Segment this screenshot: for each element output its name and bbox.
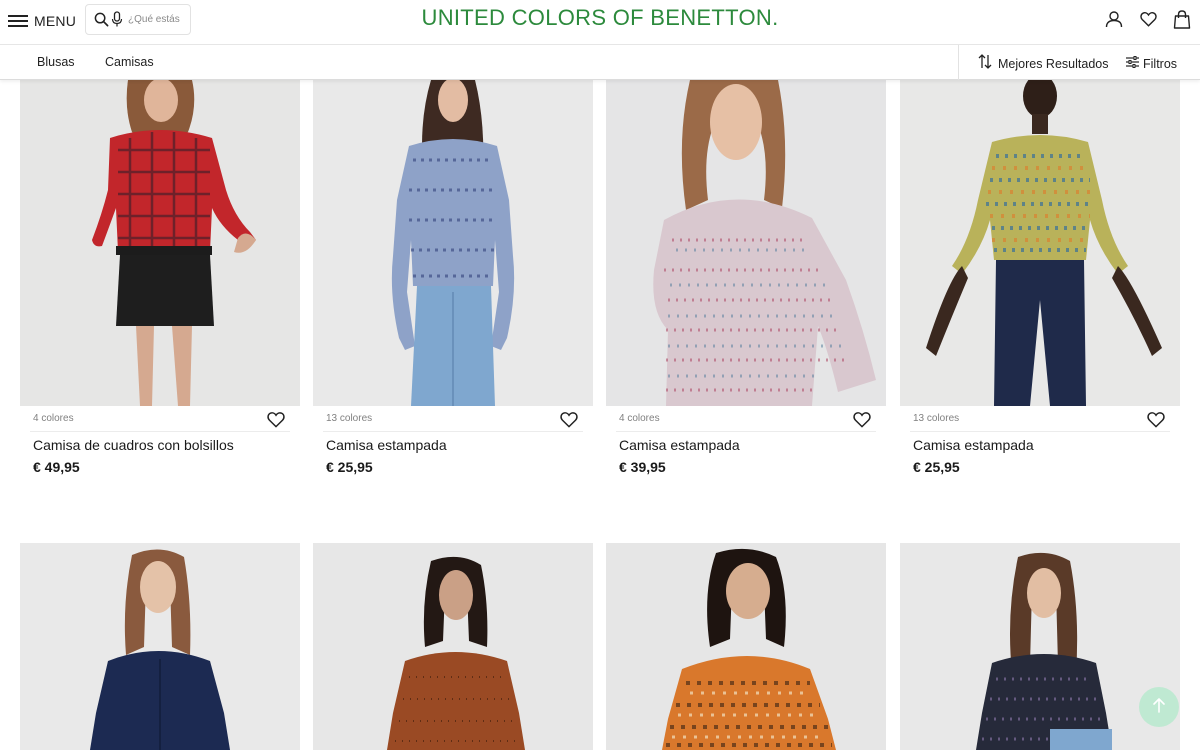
menu-label: MENU — [34, 13, 77, 29]
model-photo — [90, 549, 230, 750]
sort-arrows-icon — [978, 54, 992, 74]
model-photo — [387, 556, 525, 750]
microphone-icon[interactable] — [109, 11, 125, 28]
model-photo — [926, 80, 1162, 406]
card-divider — [30, 431, 290, 432]
search-box[interactable] — [85, 4, 191, 35]
product-image[interactable] — [313, 80, 593, 406]
category-tab-blusas[interactable]: Blusas — [37, 55, 75, 69]
product-image[interactable] — [20, 80, 300, 406]
model-photo — [662, 548, 836, 750]
product-image[interactable] — [900, 543, 1180, 750]
model-photo — [391, 80, 515, 406]
product-card[interactable]: 4 colores Camisa estampada € 39,95 — [606, 80, 886, 475]
model-photo — [92, 80, 256, 406]
search-input[interactable] — [128, 14, 184, 25]
card-divider — [910, 431, 1170, 432]
heart-icon[interactable] — [1138, 9, 1158, 29]
model-photo — [653, 80, 876, 406]
category-tab-camisas[interactable]: Camisas — [105, 55, 154, 69]
product-card[interactable]: 13 colores Camisa estampada € 25,95 — [313, 80, 593, 475]
product-card[interactable] — [606, 543, 886, 750]
product-name[interactable]: Camisa estampada — [913, 437, 1034, 453]
user-icon[interactable] — [1104, 9, 1124, 29]
back-to-top-button[interactable] — [1139, 687, 1179, 727]
filter-sliders-icon — [1126, 55, 1139, 73]
product-colors-count: 4 colores — [33, 413, 74, 424]
product-colors-count: 4 colores — [619, 413, 660, 424]
sort-label: Mejores Resultados — [998, 57, 1109, 71]
filter-button[interactable]: Filtros — [1126, 55, 1177, 73]
product-card[interactable] — [313, 543, 593, 750]
product-image[interactable] — [20, 543, 300, 750]
search-icon[interactable] — [93, 12, 109, 28]
brand-logo[interactable]: UNITED COLORS OF BENETTON. — [422, 5, 779, 30]
product-image[interactable] — [313, 543, 593, 750]
product-price: € 25,95 — [326, 459, 373, 475]
heart-icon[interactable] — [559, 409, 579, 429]
product-card[interactable] — [20, 543, 300, 750]
product-price: € 39,95 — [619, 459, 666, 475]
product-image[interactable] — [606, 80, 886, 406]
product-image[interactable] — [900, 80, 1180, 406]
product-name[interactable]: Camisa de cuadros con bolsillos — [33, 437, 234, 453]
product-colors-count: 13 colores — [913, 413, 960, 424]
product-name[interactable]: Camisa estampada — [326, 437, 447, 453]
heart-icon[interactable] — [1146, 409, 1166, 429]
filter-label: Filtros — [1143, 57, 1178, 71]
shopping-bag-icon[interactable] — [1172, 9, 1192, 29]
card-divider — [616, 431, 876, 432]
heart-icon[interactable] — [852, 409, 872, 429]
product-card[interactable] — [900, 543, 1180, 750]
top-header: MENU UNITED COLORS OF BENETTON. — [0, 0, 1200, 45]
subnav-divider — [958, 45, 959, 80]
product-price: € 49,95 — [33, 459, 80, 475]
product-card[interactable]: 13 colores Camisa estampada € 25,95 — [900, 80, 1180, 475]
card-divider — [323, 431, 583, 432]
model-photo — [976, 552, 1112, 750]
product-name[interactable]: Camisa estampada — [619, 437, 740, 453]
hamburger-icon — [8, 15, 28, 27]
header-actions — [1104, 9, 1192, 29]
menu-button[interactable]: MENU — [8, 10, 76, 32]
product-card[interactable]: 4 colores Camisa de cuadros con bolsillo… — [20, 80, 300, 475]
sort-button[interactable]: Mejores Resultados — [978, 54, 1108, 74]
category-subnav: Blusas Camisas Mejores Resultados Filtro… — [0, 45, 1200, 80]
heart-icon[interactable] — [266, 409, 286, 429]
product-colors-count: 13 colores — [326, 413, 373, 424]
product-image[interactable] — [606, 543, 886, 750]
arrow-up-icon — [1152, 697, 1166, 718]
product-price: € 25,95 — [913, 459, 960, 475]
